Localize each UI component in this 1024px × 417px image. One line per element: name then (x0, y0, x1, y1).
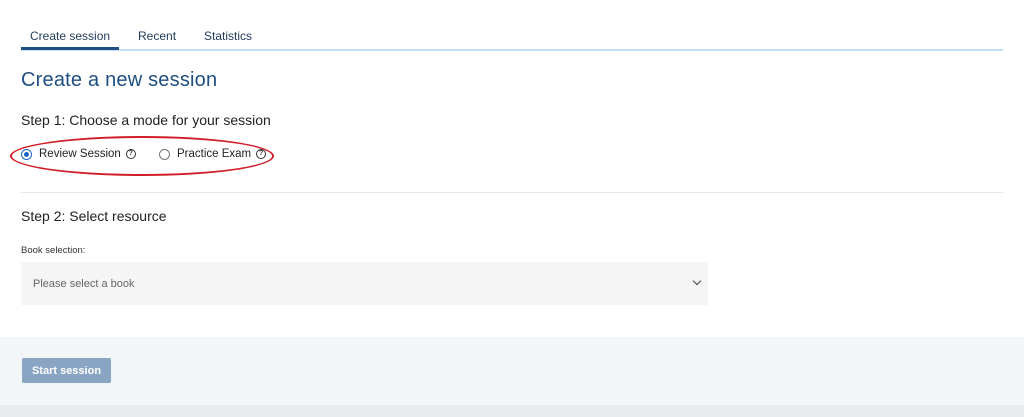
question-circle-icon[interactable]: ? (125, 149, 136, 159)
step1-heading: Step 1: Choose a mode for your session (21, 112, 271, 128)
chevron-down-icon (692, 276, 702, 286)
book-select-placeholder: Please select a book (33, 277, 135, 290)
create-session-page: Create session Recent Statistics Create … (0, 0, 1024, 417)
review-session-label: Review Session (39, 148, 121, 160)
tab-bar: Create session Recent Statistics (20, 0, 1003, 51)
practice-exam-radio[interactable] (159, 148, 170, 160)
question-circle-icon[interactable]: ? (256, 149, 267, 159)
tab-recent[interactable]: Recent (138, 29, 176, 43)
page-title: Create a new session (21, 69, 218, 91)
footer-band (0, 337, 1024, 405)
practice-exam-option[interactable]: Practice Exam ? (159, 145, 267, 163)
review-session-option[interactable]: Review Session ? (21, 145, 136, 163)
start-session-button[interactable]: Start session (22, 358, 111, 383)
book-select-dropdown[interactable]: Please select a book (21, 262, 708, 305)
book-selection-label: Book selection: (21, 245, 86, 256)
review-session-radio[interactable] (21, 148, 32, 160)
bottom-bar (0, 405, 1024, 417)
practice-exam-label: Practice Exam (177, 148, 252, 160)
section-divider (21, 192, 1003, 193)
tab-create-session[interactable]: Create session (20, 29, 120, 50)
step2-heading: Step 2: Select resource (21, 208, 167, 224)
tab-statistics[interactable]: Statistics (204, 29, 252, 43)
